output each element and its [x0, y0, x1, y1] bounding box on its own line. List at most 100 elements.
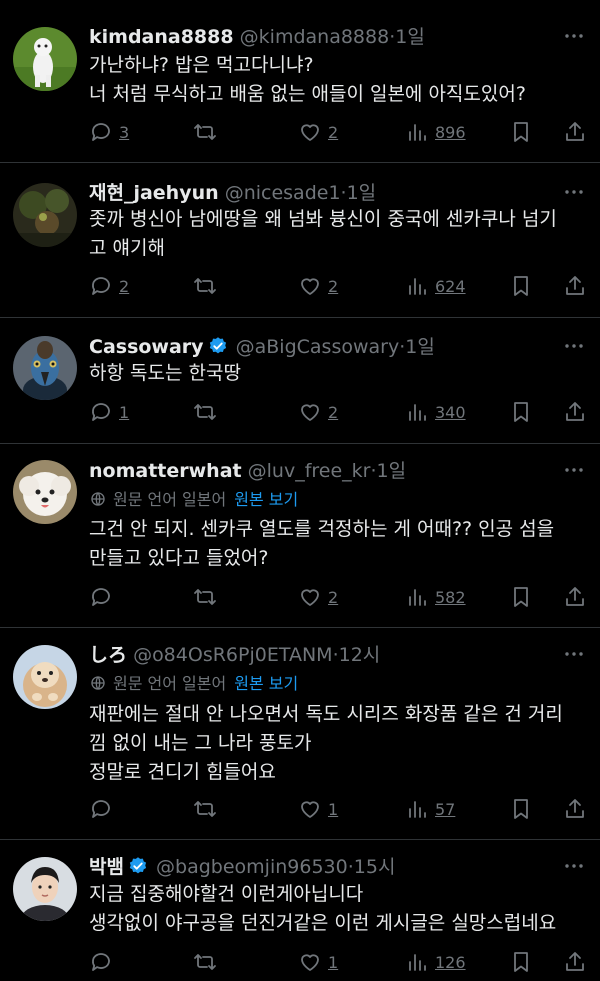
display-name[interactable]: しろ: [89, 644, 127, 666]
translation-language: 원문 언어 일본어: [113, 674, 227, 693]
like-count: 2: [328, 276, 339, 296]
display-name[interactable]: 박뱀: [89, 856, 124, 878]
user-handle[interactable]: @nicesade1: [225, 182, 341, 204]
translate-globe-icon: [91, 492, 105, 506]
timestamp[interactable]: 1일: [347, 182, 377, 204]
tweet[interactable]: Cassowary @aBigCassowary·1일 하항 독도는 한국땅 1…: [0, 318, 600, 444]
more-options-icon[interactable]: [562, 24, 586, 48]
views-button[interactable]: 126: [405, 949, 466, 975]
avatar[interactable]: [13, 27, 77, 91]
tweet[interactable]: 재현_jaehyun @nicesade1·1일 좃까 병신아 남에땅을 왜 넘…: [0, 163, 600, 318]
like-button[interactable]: 2: [298, 273, 338, 299]
tweet[interactable]: nomatterwhat @luv_free_kr·1일 원문 언어 일본어 원본…: [0, 444, 600, 628]
views-button[interactable]: 896: [405, 119, 466, 145]
share-icon: [566, 799, 584, 818]
tweet-header: 재현_jaehyun @nicesade1·1일: [89, 180, 540, 206]
views-button[interactable]: 57: [405, 796, 455, 822]
avatar[interactable]: [13, 460, 77, 524]
avatar[interactable]: [13, 645, 77, 709]
avatar[interactable]: [13, 336, 77, 400]
more-options-icon[interactable]: [562, 642, 586, 666]
timestamp[interactable]: 15시: [354, 856, 396, 878]
tweet-text: 하항 독도는 한국땅: [89, 362, 241, 384]
share-button[interactable]: [563, 399, 587, 425]
share-icon: [566, 952, 584, 971]
share-button[interactable]: [563, 119, 587, 145]
share-button[interactable]: [563, 949, 587, 975]
analytics-icon: [409, 278, 426, 295]
reply-button[interactable]: [89, 796, 119, 822]
retweet-button[interactable]: [193, 119, 223, 145]
view-count: 624: [435, 276, 466, 296]
timestamp[interactable]: 1일: [377, 460, 407, 482]
bookmark-button[interactable]: [509, 584, 533, 610]
bookmark-button[interactable]: [509, 949, 533, 975]
bookmark-button[interactable]: [509, 273, 533, 299]
reply-button[interactable]: 2: [89, 273, 129, 299]
views-button[interactable]: 340: [405, 399, 466, 425]
timestamp[interactable]: 1일: [395, 26, 425, 48]
reply-button[interactable]: 3: [89, 119, 129, 145]
translation-language: 원문 언어 일본어: [113, 490, 227, 509]
display-name[interactable]: nomatterwhat: [89, 460, 242, 482]
timestamp[interactable]: 1일: [405, 336, 435, 358]
user-handle[interactable]: @luv_free_kr: [248, 460, 371, 482]
tweet[interactable]: kimdana8888 @kimdana8888·1일 가난하냐? 밥은 먹고다…: [0, 0, 600, 163]
like-button[interactable]: 2: [298, 399, 338, 425]
user-handle[interactable]: @aBigCassowary: [236, 336, 400, 358]
retweet-button[interactable]: [193, 796, 223, 822]
like-button[interactable]: 2: [298, 119, 338, 145]
like-button[interactable]: 2: [298, 584, 338, 610]
views-button[interactable]: 624: [405, 273, 466, 299]
more-options-icon[interactable]: [562, 458, 586, 482]
more-options-icon[interactable]: [562, 334, 586, 358]
young-man-portrait-avatar-icon: [13, 857, 77, 921]
avatar[interactable]: [13, 183, 77, 247]
verified-badge-icon: [129, 857, 147, 874]
avatar[interactable]: [13, 857, 77, 921]
tweet-header: nomatterwhat @luv_free_kr·1일: [89, 458, 540, 484]
reply-button[interactable]: 1: [89, 399, 129, 425]
user-handle[interactable]: @kimdana8888: [240, 26, 390, 48]
show-original-link[interactable]: 원본 보기: [234, 490, 298, 509]
retweet-button[interactable]: [193, 584, 223, 610]
retweet-button[interactable]: [193, 949, 223, 975]
retweet-button[interactable]: [193, 273, 223, 299]
display-name[interactable]: Cassowary: [89, 336, 204, 358]
reply-button[interactable]: [89, 949, 119, 975]
action-bar: 3 2 896: [89, 119, 588, 145]
display-name[interactable]: 재현_jaehyun: [89, 182, 219, 204]
action-bar: 1 2 340: [89, 399, 588, 425]
tweet[interactable]: しろ @o84OsR6Pj0ETANM·12시 원문 언어 일본어 원본 보기 재…: [0, 628, 600, 840]
tweet[interactable]: 박뱀 @bagbeomjin96530·15시 지금 집중해야할건 이런게아닙니…: [0, 840, 600, 981]
retweet-icon: [194, 404, 216, 420]
white-puppy-avatar-icon: [13, 460, 77, 524]
display-name[interactable]: kimdana8888: [89, 26, 234, 48]
retweet-button[interactable]: [193, 399, 223, 425]
share-icon: [566, 402, 584, 421]
share-button[interactable]: [563, 273, 587, 299]
cassowary-bird-avatar-icon: [13, 336, 77, 400]
share-button[interactable]: [563, 796, 587, 822]
like-count: 1: [328, 952, 339, 972]
share-button[interactable]: [563, 584, 587, 610]
reply-icon: [92, 800, 110, 818]
bookmark-icon: [514, 587, 528, 607]
bookmark-button[interactable]: [509, 119, 533, 145]
reply-count: 1: [119, 402, 130, 422]
share-icon: [566, 587, 584, 606]
reply-button[interactable]: [89, 584, 119, 610]
more-options-icon[interactable]: [562, 180, 586, 204]
more-options-icon[interactable]: [562, 854, 586, 878]
bookmark-button[interactable]: [509, 796, 533, 822]
user-handle[interactable]: @o84OsR6Pj0ETANM: [133, 644, 333, 666]
views-button[interactable]: 582: [405, 584, 466, 610]
like-button[interactable]: 1: [298, 949, 338, 975]
show-original-link[interactable]: 원본 보기: [234, 674, 298, 693]
user-handle[interactable]: @bagbeomjin96530: [156, 856, 348, 878]
like-button[interactable]: 1: [298, 796, 338, 822]
analytics-icon: [409, 404, 426, 421]
bookmark-button[interactable]: [509, 399, 533, 425]
timestamp[interactable]: 12시: [339, 644, 381, 666]
bookmark-icon: [514, 402, 528, 422]
